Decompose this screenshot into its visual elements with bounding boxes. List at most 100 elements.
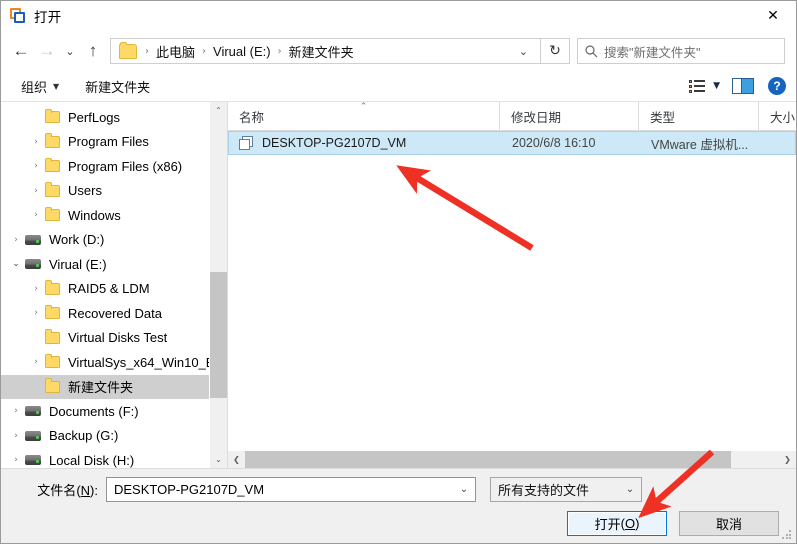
column-header-label: 大小	[770, 110, 796, 125]
list-scroll-thumb[interactable]	[245, 451, 731, 468]
filename-chevron-down-icon[interactable]: ⌄	[453, 484, 475, 495]
recent-locations-button[interactable]: ⌄	[60, 37, 80, 65]
sort-ascending-icon: ⌃	[359, 102, 368, 112]
list-view-icon[interactable]	[687, 77, 709, 95]
tree-expand-icon[interactable]: ›	[27, 186, 45, 196]
column-header[interactable]: ⌃ 名称	[228, 102, 500, 130]
address-bar[interactable]: › 此电脑 › Virual (E:) › 新建文件夹 ⌄ ↻	[110, 38, 570, 64]
list-scroll-left-button[interactable]: ❮	[228, 451, 245, 468]
dialog-footer: 文件名(N): DESKTOP-PG2107D_VM ⌄ 所有支持的文件 ⌄ 打…	[1, 468, 796, 543]
tree-item-label: Program Files	[68, 134, 149, 150]
tree-item[interactable]: › Documents (F:)	[1, 399, 209, 424]
close-icon[interactable]: ✕	[750, 1, 796, 30]
search-input[interactable]: 搜索"新建文件夹"	[577, 38, 785, 64]
file-rows: DESKTOP-PG2107D_VM 2020/6/8 16:10 VMware 虚…	[228, 131, 796, 450]
tree-item-label: VirtualSys_x64_Win10_EFI_E	[68, 354, 209, 370]
tree-item-label: Backup (G:)	[49, 428, 119, 444]
tree-item[interactable]: › Windows	[1, 203, 209, 228]
list-scroll-right-button[interactable]: ❯	[779, 451, 796, 468]
column-header[interactable]: 大小	[759, 102, 796, 130]
back-button[interactable]: ←	[8, 37, 34, 65]
tree-scroll-down-button[interactable]: ⌄	[210, 451, 227, 468]
folder-icon	[45, 157, 60, 173]
column-header[interactable]: 修改日期	[500, 102, 639, 130]
tree-expand-icon[interactable]: ›	[27, 308, 45, 318]
refresh-icon[interactable]: ↻	[541, 38, 569, 64]
folder-icon	[45, 353, 60, 369]
forward-button[interactable]: →	[34, 37, 60, 65]
tree-expand-icon[interactable]: ›	[27, 137, 45, 147]
folder-icon	[119, 41, 137, 59]
tree-item-label: Windows	[68, 207, 121, 223]
tree-item[interactable]: › VirtualSys_x64_Win10_EFI_E	[1, 350, 209, 375]
tree-collapse-icon[interactable]: ⌄	[7, 259, 25, 269]
tree-expand-icon[interactable]: ›	[27, 357, 45, 367]
search-placeholder: 搜索"新建文件夹"	[604, 45, 701, 60]
chevron-down-icon: ▼	[53, 81, 60, 91]
tree-expand-icon[interactable]: ›	[7, 406, 25, 416]
column-header-row: ⌃ 名称 修改日期 类型 大小	[228, 102, 796, 131]
organize-button[interactable]: 组织 ▼	[15, 75, 65, 98]
folder-icon	[45, 378, 60, 393]
tree-item[interactable]: › Recovered Data	[1, 301, 209, 326]
column-header-label: 名称	[239, 110, 265, 125]
tree-item[interactable]: › Backup (G:)	[1, 424, 209, 449]
tree-item[interactable]: › Program Files	[1, 130, 209, 155]
up-button[interactable]: ↑	[80, 37, 106, 65]
tree-scroll-up-button[interactable]: ⌃	[210, 102, 227, 119]
tree-item[interactable]: Virtual Disks Test	[1, 326, 209, 351]
tree-scroll-track[interactable]	[210, 119, 227, 451]
footer-buttons: 打开(O) 取消	[567, 511, 779, 536]
list-scroll-track[interactable]	[245, 451, 779, 468]
tree-item-label: Recovered Data	[68, 305, 162, 321]
folder-icon	[45, 108, 60, 124]
tree-expand-icon[interactable]: ›	[7, 431, 25, 441]
tree-expand-icon[interactable]: ›	[7, 455, 25, 465]
filename-field[interactable]: DESKTOP-PG2107D_VM ⌄	[106, 476, 476, 502]
tree-scroll-thumb[interactable]	[210, 271, 227, 398]
tree-vertical-scrollbar[interactable]: ⌃ ⌄	[209, 102, 227, 468]
file-row[interactable]: DESKTOP-PG2107D_VM 2020/6/8 16:10 VMware 虚…	[228, 131, 796, 155]
breadcrumb-this-pc[interactable]: 此电脑	[154, 42, 197, 61]
cancel-button[interactable]: 取消	[679, 511, 779, 536]
tree-expand-icon[interactable]: ›	[27, 284, 45, 294]
tree-item-label: RAID5 & LDM	[68, 281, 150, 297]
file-date-cell: 2020/6/8 16:10	[512, 136, 596, 150]
tree-item[interactable]: ⌄ Virual (E:)	[1, 252, 209, 277]
column-header-label: 修改日期	[511, 110, 562, 125]
tree-item[interactable]: 新建文件夹	[1, 374, 209, 399]
help-icon[interactable]: ?	[768, 77, 786, 95]
file-name-cell: DESKTOP-PG2107D_VM	[229, 135, 501, 151]
view-options-chevron-down-icon[interactable]: ▼	[713, 81, 720, 91]
breadcrumb-separator-0: ›	[145, 45, 149, 57]
tree-item[interactable]: › Local Disk (H:)	[1, 448, 209, 468]
tree-item[interactable]: PerfLogs	[1, 105, 209, 130]
folder-icon	[45, 206, 60, 222]
drive-icon	[25, 406, 41, 417]
tree-expand-icon[interactable]: ›	[27, 161, 45, 171]
tree-expand-icon[interactable]: ›	[27, 210, 45, 220]
breadcrumb-virual-e[interactable]: Virual (E:)	[211, 44, 273, 59]
tree-item[interactable]: › Program Files (x86)	[1, 154, 209, 179]
tree-item[interactable]: › Work (D:)	[1, 228, 209, 253]
tree-item-label: Work (D:)	[49, 232, 105, 248]
resize-grip[interactable]	[782, 530, 792, 540]
file-list-pane: ⌃ 名称 修改日期 类型 大小 DESKTOP-PG2107D_VM 2020/6/8 1…	[227, 102, 796, 468]
filename-row: 文件名(N): DESKTOP-PG2107D_VM ⌄ 所有支持的文件 ⌄	[1, 476, 796, 502]
preview-pane-icon[interactable]	[732, 78, 754, 94]
dialog-body: PerfLogs › Program Files › Program Files (x8…	[1, 102, 796, 468]
chevron-down-icon[interactable]: ⌄	[513, 45, 540, 58]
open-button[interactable]: 打开(O)	[567, 511, 667, 536]
filter-chevron-down-icon[interactable]: ⌄	[619, 484, 641, 495]
tree-item[interactable]: › RAID5 & LDM	[1, 277, 209, 302]
file-type-filter-select[interactable]: 所有支持的文件 ⌄	[490, 476, 642, 502]
breadcrumb-separator-2: ›	[277, 45, 282, 57]
breadcrumb-new-folder[interactable]: 新建文件夹	[287, 42, 356, 61]
tree-expand-icon[interactable]: ›	[7, 235, 25, 245]
list-horizontal-scrollbar[interactable]: ❮ ❯	[228, 450, 796, 468]
folder-icon	[45, 304, 60, 320]
column-header[interactable]: 类型	[639, 102, 759, 130]
tree-item[interactable]: › Users	[1, 179, 209, 204]
new-folder-button[interactable]: 新建文件夹	[79, 75, 156, 98]
filename-value: DESKTOP-PG2107D_VM	[114, 481, 265, 497]
